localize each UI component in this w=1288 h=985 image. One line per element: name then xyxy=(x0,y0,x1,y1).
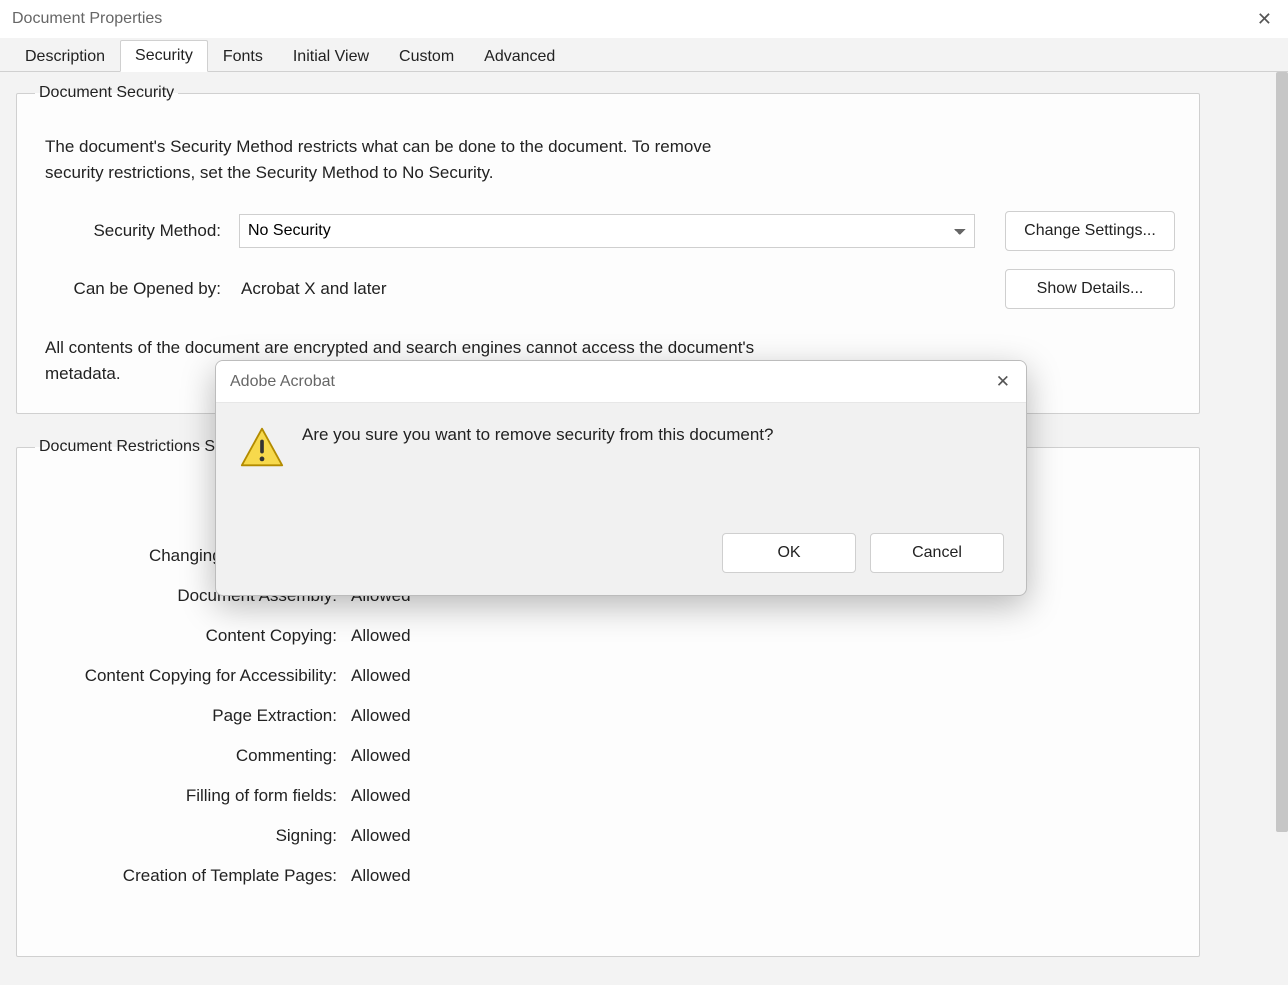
change-settings-button[interactable]: Change Settings... xyxy=(1005,211,1175,251)
ok-button[interactable]: OK xyxy=(722,533,856,573)
restriction-value: Allowed xyxy=(351,866,411,886)
security-description-text: The document's Security Method restricts… xyxy=(45,134,765,187)
opened-by-row: Can be Opened by: Acrobat X and later Sh… xyxy=(41,269,1175,309)
restriction-label: Signing: xyxy=(41,826,351,846)
tab-fonts[interactable]: Fonts xyxy=(208,41,278,72)
dialog-close-icon[interactable]: ✕ xyxy=(990,368,1016,396)
show-details-button[interactable]: Show Details... xyxy=(1005,269,1175,309)
security-method-dropdown[interactable]: No Security xyxy=(239,214,975,248)
restriction-value: Allowed xyxy=(351,666,411,686)
restriction-row: Commenting: Allowed xyxy=(41,736,1175,776)
restriction-value: Allowed xyxy=(351,746,411,766)
restriction-row: Content Copying: Allowed xyxy=(41,616,1175,656)
tab-initial-view[interactable]: Initial View xyxy=(278,41,384,72)
tab-advanced[interactable]: Advanced xyxy=(469,41,570,72)
restriction-row: Page Extraction: Allowed xyxy=(41,696,1175,736)
restriction-label: Commenting: xyxy=(41,746,351,766)
dialog-body: Are you sure you want to remove security… xyxy=(216,403,1026,523)
restriction-label: Content Copying for Accessibility: xyxy=(41,666,351,686)
confirm-remove-security-dialog: Adobe Acrobat ✕ Are you sure you want to… xyxy=(215,360,1027,596)
dialog-message: Are you sure you want to remove security… xyxy=(302,425,773,445)
vertical-scrollbar[interactable] xyxy=(1276,72,1288,832)
close-icon[interactable]: ✕ xyxy=(1249,5,1280,34)
restriction-row: Signing: Allowed xyxy=(41,816,1175,856)
window-title: Document Properties xyxy=(12,10,162,28)
restriction-row: Creation of Template Pages: Allowed xyxy=(41,856,1175,896)
document-security-legend: Document Security xyxy=(35,84,178,102)
restriction-row: Content Copying for Accessibility: Allow… xyxy=(41,656,1175,696)
security-method-label: Security Method: xyxy=(41,221,221,241)
restriction-value: Allowed xyxy=(351,826,411,846)
tab-custom[interactable]: Custom xyxy=(384,41,469,72)
warning-icon xyxy=(240,425,284,469)
restriction-value: Allowed xyxy=(351,786,411,806)
restriction-value: Allowed xyxy=(351,626,411,646)
dialog-title: Adobe Acrobat xyxy=(230,373,335,391)
security-method-row: Security Method: No Security Change Sett… xyxy=(41,211,1175,251)
restriction-label: Page Extraction: xyxy=(41,706,351,726)
restriction-value: Allowed xyxy=(351,706,411,726)
cancel-button[interactable]: Cancel xyxy=(870,533,1004,573)
opened-by-label: Can be Opened by: xyxy=(41,279,221,299)
restriction-label: Creation of Template Pages: xyxy=(41,866,351,886)
window-titlebar: Document Properties ✕ xyxy=(0,0,1288,38)
opened-by-value: Acrobat X and later xyxy=(239,279,987,299)
restriction-label: Filling of form fields: xyxy=(41,786,351,806)
tab-strip: Description Security Fonts Initial View … xyxy=(0,38,1288,72)
tab-description[interactable]: Description xyxy=(10,41,120,72)
dialog-button-row: OK Cancel xyxy=(216,523,1026,595)
restriction-label: Content Copying: xyxy=(41,626,351,646)
restriction-row: Filling of form fields: Allowed xyxy=(41,776,1175,816)
dialog-titlebar: Adobe Acrobat ✕ xyxy=(216,361,1026,403)
tab-security[interactable]: Security xyxy=(120,40,208,72)
